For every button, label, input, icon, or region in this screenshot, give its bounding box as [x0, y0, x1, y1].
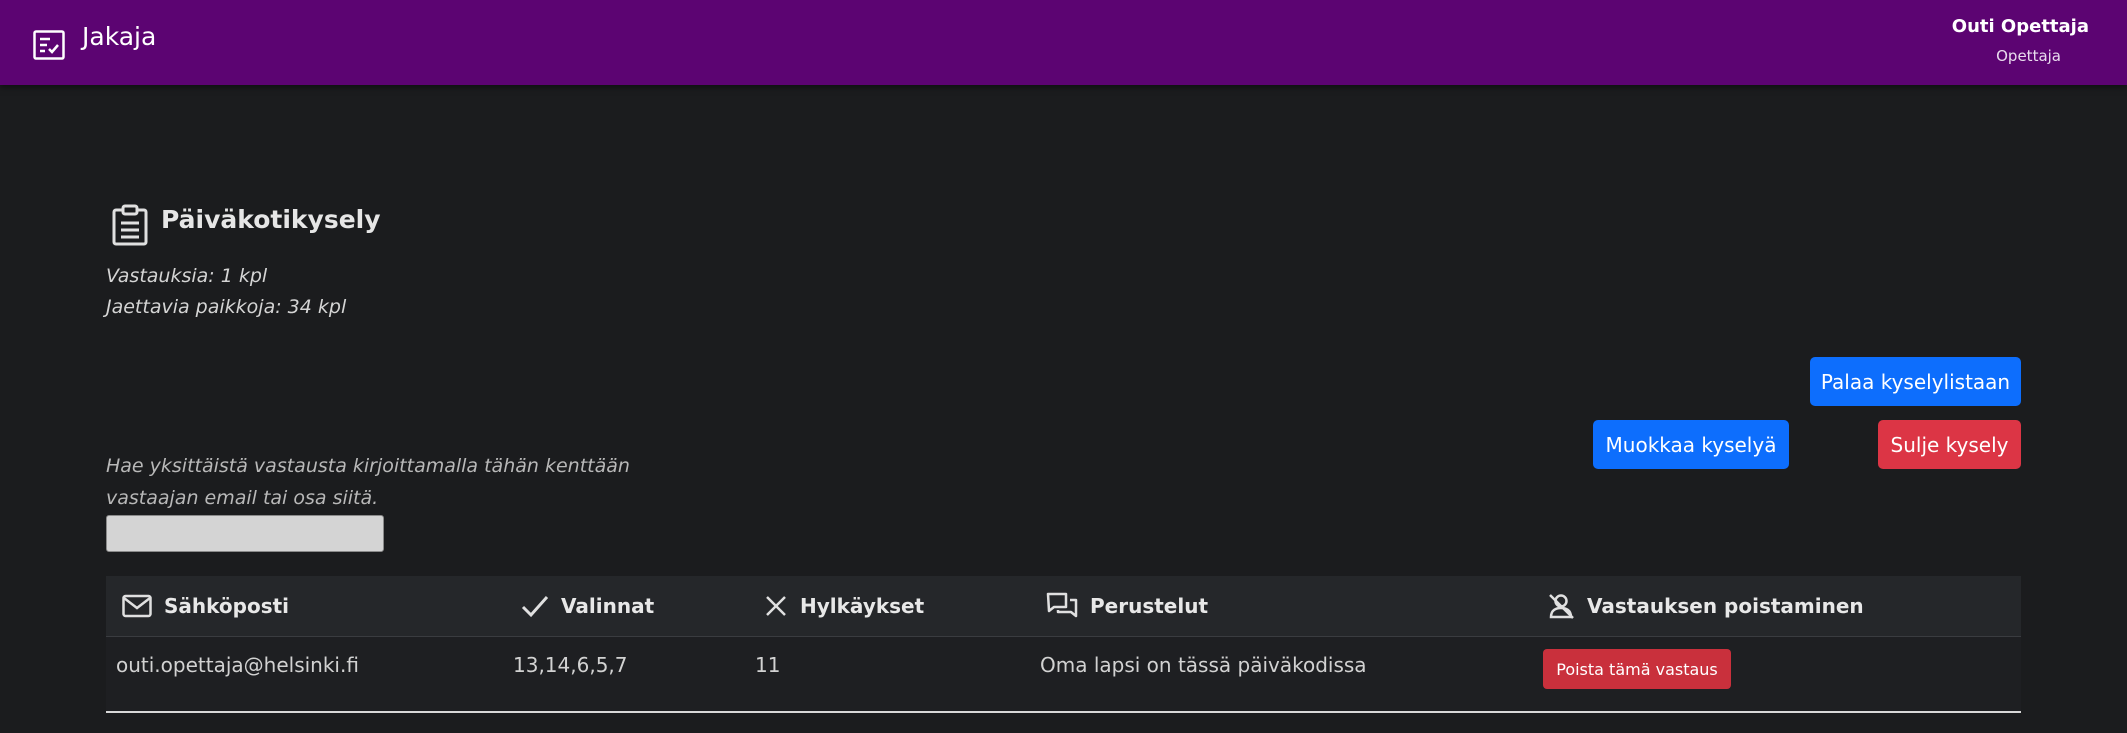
edit-survey-button[interactable]: Muokkaa kyselyä [1593, 420, 1789, 469]
cell-email: outi.opettaja@helsinki.fi [116, 653, 359, 677]
column-label: Sähköposti [164, 594, 290, 618]
column-label: Vastauksen poistaminen [1587, 594, 1864, 618]
cell-reasons: Oma lapsi on tässä päiväkodissa [1040, 653, 1367, 677]
x-icon [766, 596, 786, 616]
person-off-icon [1549, 594, 1574, 619]
top-navbar: Jakaja Outi Opettaja Opettaja [0, 0, 2127, 85]
app-title[interactable]: Jakaja [82, 22, 156, 51]
table-header: Sähköposti Valinnat Hylkäykset Perustelu… [106, 576, 2021, 636]
cell-choices: 13,14,6,5,7 [513, 653, 628, 677]
checkmark-icon [521, 596, 549, 618]
search-hint-line1: Hae yksittäistä vastausta kirjoittamalla… [106, 455, 630, 477]
cell-rejections: 11 [755, 653, 781, 677]
delete-response-button[interactable]: Poista tämä vastaus [1543, 649, 1731, 689]
survey-title: Päiväkotikysely [161, 205, 381, 234]
table-bottom-border [106, 711, 2021, 713]
places-count: Jaettavia paikkoja: 34 kpl [106, 296, 347, 318]
search-input[interactable] [106, 515, 384, 552]
column-header-delete: Vastauksen poistaminen [1547, 576, 1864, 636]
column-header-email: Sähköposti [122, 576, 289, 636]
column-header-rejections: Hylkäykset [764, 576, 924, 636]
search-hint: Hae yksittäistä vastausta kirjoittamalla… [106, 450, 666, 514]
search-hint-line2: vastaajan email tai osa siitä. [106, 487, 379, 509]
user-name: Outi Opettaja [1951, 16, 2089, 37]
chat-icon [1046, 592, 1078, 618]
envelope-icon [122, 594, 152, 618]
clipboard-icon [112, 204, 148, 246]
column-header-reasons: Perustelut [1046, 576, 1208, 636]
back-to-list-button[interactable]: Palaa kyselylistaan [1810, 357, 2021, 406]
column-label: Hylkäykset [800, 594, 925, 618]
user-role: Opettaja [1996, 47, 2061, 65]
column-label: Perustelut [1090, 594, 1209, 618]
responses-count: Vastauksia: 1 kpl [106, 265, 268, 287]
column-label: Valinnat [561, 594, 655, 618]
checklist-icon[interactable] [33, 30, 65, 60]
table-row: outi.opettaja@helsinki.fi 13,14,6,5,7 11… [106, 637, 2021, 712]
column-header-choices: Valinnat [521, 576, 654, 636]
close-survey-button[interactable]: Sulje kysely [1878, 420, 2021, 469]
